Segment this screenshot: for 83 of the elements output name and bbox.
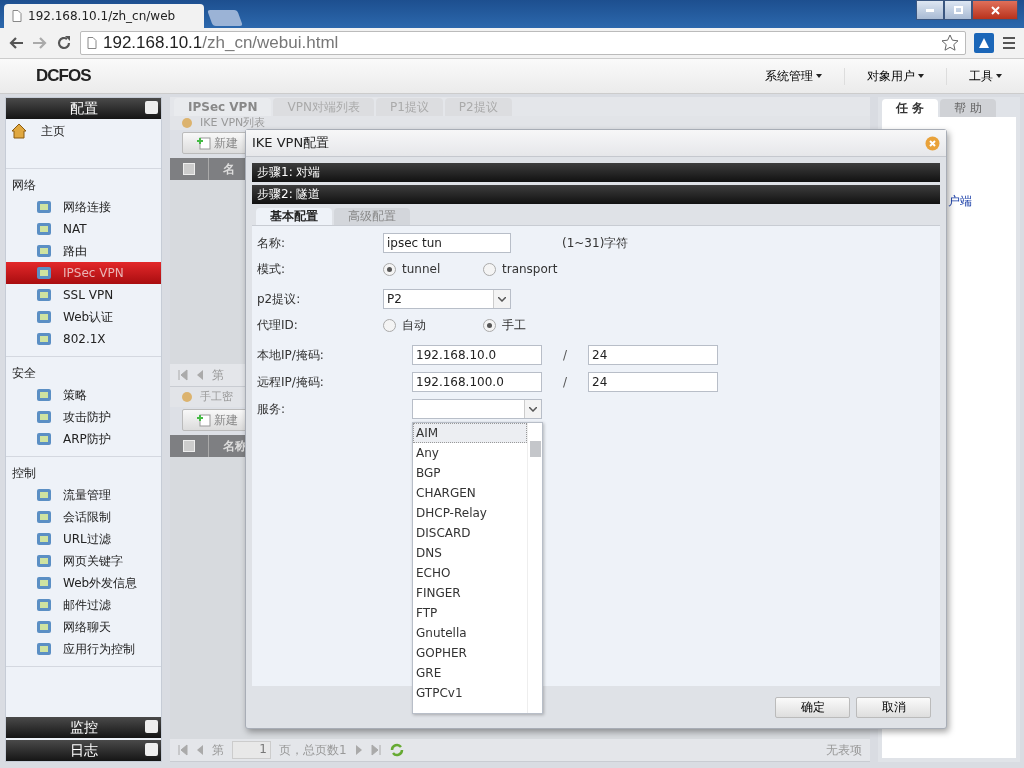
sidebar-item[interactable]: 网络聊天 [6, 616, 161, 638]
section-label: 安全 [11, 365, 37, 382]
url-text: 192.168.10.1/zh_cn/webui.html [103, 33, 339, 53]
section-label: 控制 [11, 465, 37, 482]
sidebar-item[interactable]: Web认证 [6, 306, 161, 328]
logo: DCFOS [35, 66, 92, 86]
address-bar[interactable]: 192.168.10.1/zh_cn/webui.html [80, 31, 966, 55]
dropdown-option[interactable]: DNS [413, 543, 527, 563]
link[interactable]: 户端 [948, 194, 972, 208]
step-bar[interactable]: 步骤1: 对端 [252, 163, 940, 182]
panel-title: 手工密 [200, 391, 233, 403]
ip-field[interactable]: 192.168.10.0 [412, 345, 542, 365]
dropdown-option[interactable]: BGP [413, 463, 527, 483]
page-label: 第 [212, 366, 224, 384]
hint-text: (1~31)字符 [562, 234, 629, 252]
sidebar-item[interactable]: SSL VPN [6, 284, 161, 306]
page-field[interactable]: 1 [232, 741, 271, 759]
menu-button[interactable]: 系统管理 [743, 67, 844, 85]
sidebar-header[interactable]: 配置 [6, 98, 161, 119]
menu-button[interactable]: 工具 [946, 67, 1024, 85]
sidebar-item[interactable]: 邮件过滤 [6, 594, 161, 616]
dialog-button[interactable]: 确定 [775, 696, 850, 718]
sidebar-item[interactable]: 802.1X [6, 328, 161, 350]
panel-title: IKE VPN列表 [200, 117, 266, 129]
separator-text: / [561, 348, 568, 362]
sidebar-header[interactable]: 日志 [6, 740, 161, 761]
p2-select[interactable]: P2 [383, 289, 511, 309]
step-bar[interactable]: 步骤2: 隧道 [252, 185, 940, 204]
dropdown-option[interactable]: FINGER [413, 583, 527, 603]
dialog-button[interactable]: 取消 [856, 696, 931, 718]
field-label: 本地IP/掩码: [257, 346, 325, 364]
dropdown-option[interactable]: GRE [413, 663, 527, 683]
section-label: 网络 [11, 177, 37, 194]
sidebar-item[interactable]: 攻击防护 [6, 406, 161, 428]
dropdown-option[interactable]: Gnutella [413, 623, 527, 643]
field-label: 名称: [257, 234, 287, 252]
tab[interactable]: 任 务 [882, 99, 939, 117]
radio-option[interactable]: transport [483, 262, 583, 276]
browser-tab[interactable]: 192.168.10.1/zh_cn/web [4, 4, 204, 28]
radio-option[interactable]: 自动 [383, 316, 483, 334]
sidebar-item[interactable]: 路由 [6, 240, 161, 262]
column-header: 名 [222, 160, 235, 178]
dropdown-option[interactable]: Any [413, 443, 527, 463]
dropdown-option[interactable]: FTP [413, 603, 527, 623]
sidebar-item[interactable]: ARP防护 [6, 428, 161, 450]
sidebar-item[interactable]: 网络连接 [6, 196, 161, 218]
dropdown-option[interactable]: GOPHER [413, 643, 527, 663]
dialog-title: IKE VPN配置 [252, 134, 330, 152]
page-label: 第 [212, 741, 224, 759]
radio-option[interactable]: 手工 [483, 316, 583, 334]
tab-title: 192.168.10.1/zh_cn/web [28, 9, 176, 23]
dropdown-option[interactable]: DISCARD [413, 523, 527, 543]
field-label: 服务: [257, 400, 287, 418]
tab[interactable]: 基本配置 [256, 208, 332, 225]
dropdown-option[interactable]: AIM [413, 423, 527, 443]
mask-field[interactable]: 24 [588, 345, 718, 365]
field-label: p2提议: [257, 290, 302, 308]
sidebar-item[interactable]: URL过滤 [6, 528, 161, 550]
dropdown-option[interactable]: DHCP-Relay [413, 503, 527, 523]
name-field[interactable]: ipsec tun [383, 233, 511, 253]
menu-button[interactable]: 对象用户 [844, 67, 946, 85]
field-label: 模式: [257, 260, 287, 278]
sidebar-item[interactable]: 策略 [6, 384, 161, 406]
radio-option[interactable]: tunnel [383, 262, 483, 276]
separator-text: / [561, 375, 568, 389]
sidebar-item[interactable]: Web外发信息 [6, 572, 161, 594]
sidebar-item[interactable]: 流量管理 [6, 484, 161, 506]
dropdown-option[interactable]: CHARGEN [413, 483, 527, 503]
page-total: 页，总页数1 [279, 741, 347, 759]
ip-field[interactable]: 192.168.100.0 [412, 372, 542, 392]
sidebar-item[interactable]: 会话限制 [6, 506, 161, 528]
sidebar-item[interactable]: 应用行为控制 [6, 638, 161, 660]
field-label: 远程IP/掩码: [257, 373, 325, 391]
tab[interactable]: 帮 助 [940, 99, 996, 117]
sidebar-item[interactable]: 主页 [6, 119, 161, 169]
mask-field[interactable]: 24 [588, 372, 718, 392]
sidebar-item[interactable]: NAT [6, 218, 161, 240]
sidebar-header[interactable]: 监控 [6, 717, 161, 738]
sidebar-item[interactable]: 网页关键字 [6, 550, 161, 572]
status-text: 无表项 [826, 741, 862, 759]
dropdown-option[interactable]: GTPCv1 [413, 683, 527, 703]
dropdown-option[interactable]: ECHO [413, 563, 527, 583]
field-label: 代理ID: [257, 316, 299, 334]
